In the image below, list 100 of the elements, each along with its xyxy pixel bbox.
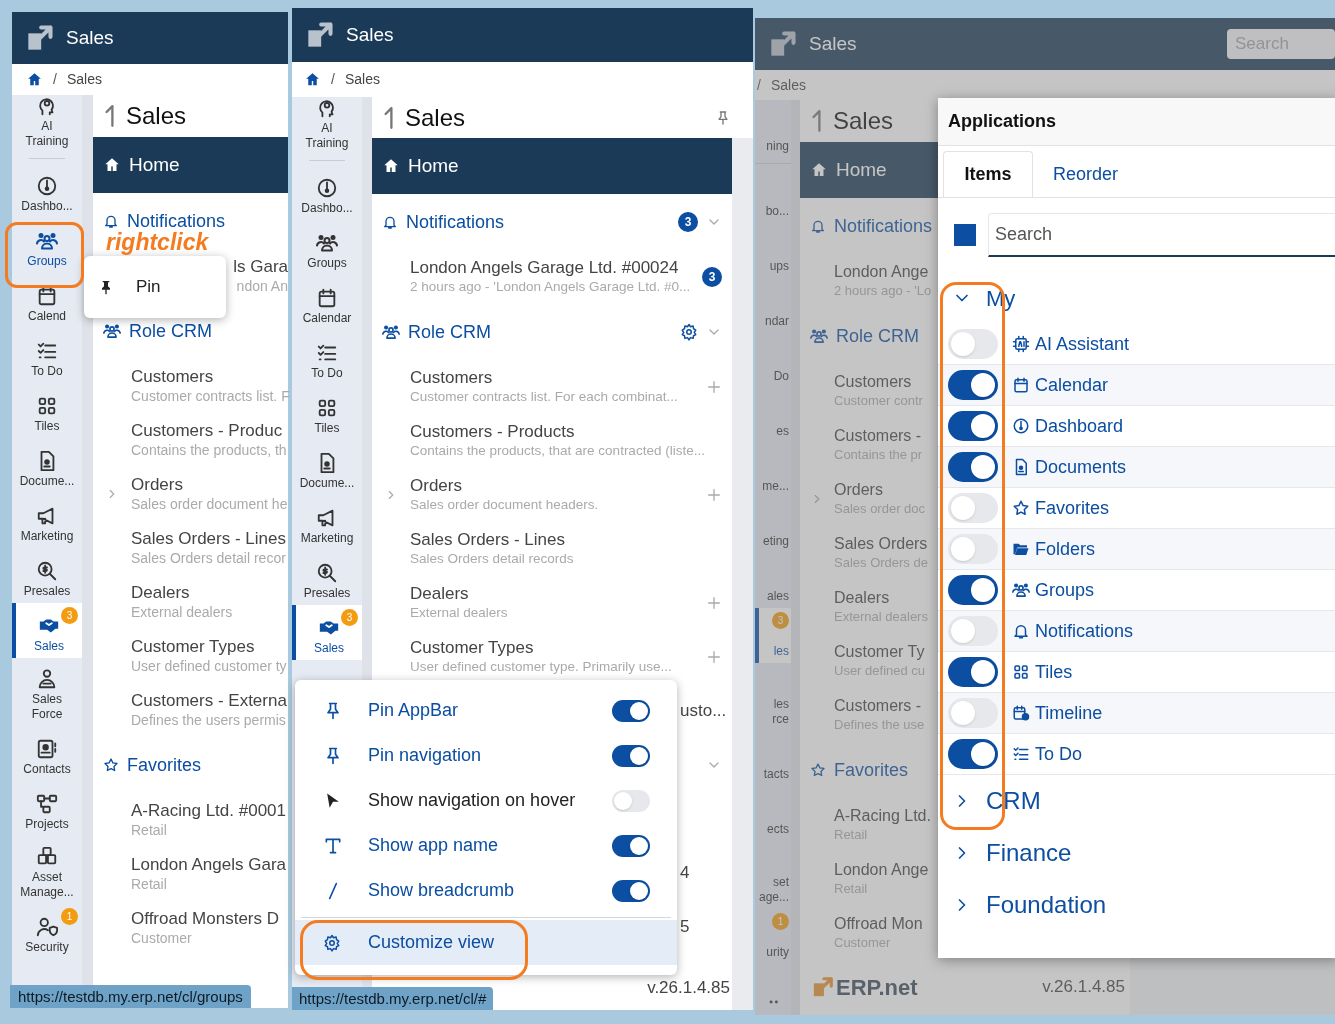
- sidebar-item[interactable]: ndar: [755, 278, 791, 333]
- toggle-switch[interactable]: [612, 699, 650, 722]
- sidebar-item[interactable]: Security 1: [12, 904, 82, 959]
- entry-title[interactable]: Customers -: [834, 426, 923, 446]
- entry-title[interactable]: Offroad Mon: [834, 914, 923, 934]
- entry-title[interactable]: London Angels Gara: [131, 855, 286, 875]
- app-name[interactable]: Folders: [1035, 535, 1096, 563]
- sidebar-item[interactable]: ups: [755, 223, 791, 278]
- tab[interactable]: Reorder: [1033, 151, 1139, 197]
- entry-title[interactable]: Customers: [131, 367, 290, 387]
- sidebar-item[interactable]: Sales Force: [12, 658, 82, 726]
- sidebar-item[interactable]: Groups: [292, 220, 362, 275]
- sidebar-item[interactable]: Dashbo...: [12, 163, 82, 218]
- toggle-switch[interactable]: [948, 616, 998, 646]
- sidebar-item[interactable]: ning: [755, 100, 791, 158]
- sidebar-item[interactable]: To Do: [12, 328, 82, 383]
- toggle-switch[interactable]: [612, 744, 650, 767]
- sidebar-item[interactable]: Projects: [12, 781, 82, 836]
- entry-title[interactable]: Customer Types: [410, 638, 672, 658]
- entry-title[interactable]: ls Gara: [233, 257, 288, 277]
- customize-view-button[interactable]: Customize view: [295, 920, 677, 965]
- app-name[interactable]: Dashboard: [1035, 412, 1124, 440]
- sidebar-item[interactable]: Presales: [292, 550, 362, 605]
- entry-title[interactable]: Customers - Externa: [131, 691, 287, 711]
- tab[interactable]: Items: [943, 151, 1033, 197]
- home-button[interactable]: Home: [372, 138, 732, 194]
- sidebar-item[interactable]: Calendar: [292, 275, 362, 330]
- entry-title[interactable]: A-Racing Ltd.: [834, 806, 931, 826]
- menu-item[interactable]: Pin: [84, 265, 226, 309]
- sidebar-item[interactable]: ects: [755, 786, 791, 841]
- breadcrumb-item[interactable]: Sales: [66, 69, 102, 90]
- toggle-switch[interactable]: [948, 452, 998, 482]
- section-title[interactable]: Favorites: [834, 756, 909, 784]
- entry-title[interactable]: Offroad Monsters D: [131, 909, 280, 929]
- app-name[interactable]: Favorites: [1035, 494, 1110, 522]
- app-name[interactable]: Groups: [1035, 576, 1095, 604]
- entry-title[interactable]: Customers -: [834, 696, 925, 716]
- sidebar-item[interactable]: Asset Manage...: [12, 836, 82, 904]
- sidebar-item[interactable]: Docume...: [292, 440, 362, 495]
- breadcrumb-item[interactable]: Sales: [344, 69, 380, 90]
- section-title[interactable]: Role CRM: [408, 318, 491, 346]
- group-header[interactable]: Finance: [938, 827, 1335, 879]
- sidebar-item[interactable]: Marketing: [292, 495, 362, 550]
- sidebar-item[interactable]: urity 1: [755, 909, 791, 964]
- sidebar-item[interactable]: Contacts: [12, 726, 82, 781]
- toggle-switch[interactable]: [612, 879, 650, 902]
- toggle-switch[interactable]: [948, 739, 998, 769]
- section-title[interactable]: Role CRM: [129, 317, 212, 345]
- sidebar-item[interactable]: AI Training: [12, 95, 82, 153]
- entry-title[interactable]: Customers - Products: [410, 422, 705, 442]
- app-name[interactable]: Documents: [1035, 453, 1127, 481]
- sidebar-item[interactable]: bo...: [755, 168, 791, 223]
- sidebar-item[interactable]: Calend: [12, 273, 82, 328]
- sidebar-item[interactable]: les rce: [755, 663, 791, 731]
- sidebar-item[interactable]: Dashbo...: [292, 165, 362, 220]
- entry-title[interactable]: London Ange: [834, 262, 932, 282]
- entry-title[interactable]: Dealers: [410, 584, 508, 604]
- entry-title[interactable]: Customers: [410, 368, 678, 388]
- sidebar-item[interactable]: tacts: [755, 731, 791, 786]
- toggle-switch[interactable]: [948, 493, 998, 523]
- entry-title[interactable]: Sales Orders: [834, 534, 928, 554]
- toggle-switch[interactable]: [612, 789, 650, 812]
- sidebar-item[interactable]: Sales 3: [12, 603, 82, 658]
- toggle-switch[interactable]: [948, 329, 998, 359]
- toggle-switch[interactable]: [612, 834, 650, 857]
- sidebar-item[interactable]: Groups: [12, 218, 82, 273]
- app-name[interactable]: To Do: [1035, 740, 1083, 768]
- app-name[interactable]: Notifications: [1035, 617, 1134, 645]
- sidebar-item[interactable]: Tiles: [292, 385, 362, 440]
- group-header[interactable]: Foundation: [938, 879, 1335, 931]
- sidebar-item[interactable]: ales: [755, 553, 791, 608]
- entry-title[interactable]: London Angels Garage Ltd. #00024: [410, 258, 691, 278]
- toggle-switch[interactable]: [948, 698, 998, 728]
- checkbox[interactable]: [954, 224, 976, 246]
- entry-title[interactable]: Customers: [834, 372, 923, 392]
- toggle-switch[interactable]: [948, 411, 998, 441]
- section-title[interactable]: Notifications: [834, 212, 933, 240]
- sidebar-item[interactable]: Sales 3: [292, 605, 362, 660]
- sidebar-item[interactable]: AI Training: [292, 97, 362, 155]
- entry-title[interactable]: Customer Ty: [834, 642, 926, 662]
- entry-title[interactable]: Dealers: [131, 583, 233, 603]
- entry-title[interactable]: Orders: [834, 480, 926, 500]
- app-name[interactable]: Tiles: [1035, 658, 1073, 686]
- sidebar-item[interactable]: me...: [755, 443, 791, 498]
- entry-title[interactable]: London Ange: [834, 860, 929, 880]
- sidebar-item[interactable]: Docume...: [12, 438, 82, 493]
- sidebar-item[interactable]: Tiles: [12, 383, 82, 438]
- entry-title[interactable]: Orders: [131, 475, 288, 495]
- home-button[interactable]: Home: [93, 137, 288, 193]
- sidebar-item[interactable]: Marketing: [12, 493, 82, 548]
- breadcrumb-item[interactable]: Sales: [770, 74, 806, 96]
- sidebar-item[interactable]: To Do: [292, 330, 362, 385]
- toggle-switch[interactable]: [948, 657, 998, 687]
- section-title[interactable]: Notifications: [406, 208, 505, 236]
- sidebar-item[interactable]: les 3: [755, 608, 791, 663]
- entry-title[interactable]: Dealers: [834, 588, 928, 608]
- section-title[interactable]: Favorites: [127, 751, 202, 779]
- entry-title[interactable]: Customers - Produc: [131, 421, 287, 441]
- app-name[interactable]: Timeline: [1035, 699, 1103, 727]
- search-field[interactable]: Search: [988, 213, 1335, 257]
